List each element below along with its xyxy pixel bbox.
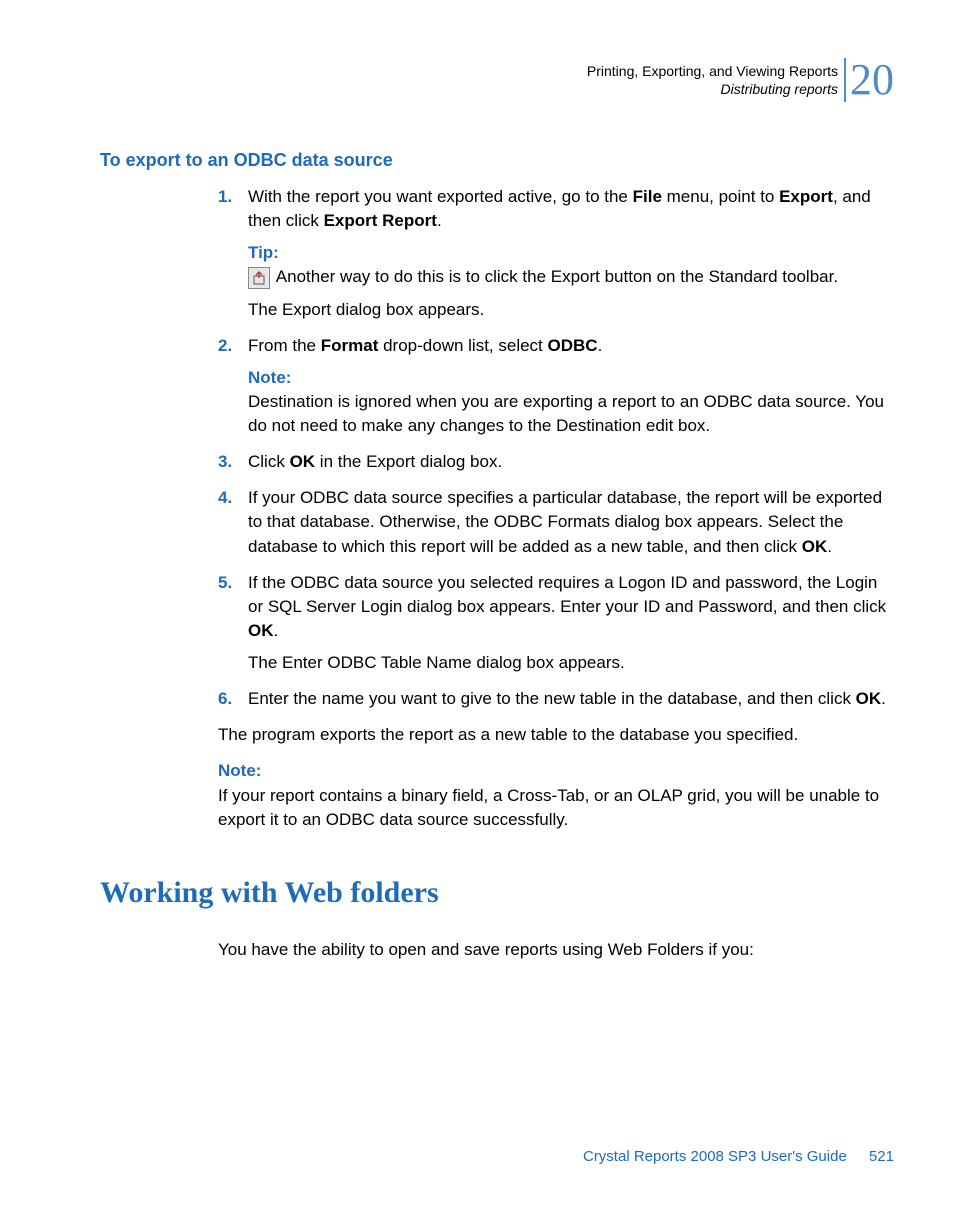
step-3: 3. Click OK in the Export dialog box. [218,450,894,474]
text-fragment: menu, point to [662,187,779,206]
step-number: 3. [218,450,248,474]
text-fragment: drop-down list, select [378,336,547,355]
text-fragment: . [437,211,442,230]
note-label: Note: [218,759,894,783]
step-body: With the report you want exported active… [248,185,894,322]
step-number: 5. [218,571,248,676]
closing-paragraph: The program exports the report as a new … [218,723,894,747]
tip-body: Another way to do this is to click the E… [248,265,894,289]
text-fragment: Enter the name you want to give to the n… [248,689,856,708]
text-bold: File [633,187,662,206]
steps-list: 1. With the report you want exported act… [218,185,894,711]
step-body: Click OK in the Export dialog box. [248,450,894,474]
tip-block: Tip: Another way to do this is to click … [248,241,894,289]
header-chapter-title: Printing, Exporting, and Viewing Reports [587,62,838,80]
chapter-number: 20 [844,58,894,102]
export-icon [248,267,270,289]
page-header: Printing, Exporting, and Viewing Reports… [587,58,894,102]
text-fragment: If the ODBC data source you selected req… [248,573,886,616]
text-bold: OK [248,621,274,640]
footer-title: Crystal Reports 2008 SP3 User's Guide [583,1148,847,1165]
final-note-block: Note: If your report contains a binary f… [218,759,894,831]
step-5: 5. If the ODBC data source you selected … [218,571,894,676]
text-fragment: From the [248,336,321,355]
step-body: If your ODBC data source specifies a par… [248,486,894,558]
text-bold: Export Report [324,211,437,230]
step-body: If the ODBC data source you selected req… [248,571,894,676]
step-number: 6. [218,687,248,711]
step-number: 1. [218,185,248,322]
note-label: Note: [248,366,894,390]
section-heading: To export to an ODBC data source [100,150,894,171]
step-text: With the report you want exported active… [248,185,894,233]
page-footer: Crystal Reports 2008 SP3 User's Guide 52… [583,1148,894,1165]
step-text: If the ODBC data source you selected req… [248,571,894,643]
step-text: From the Format drop-down list, select O… [248,334,894,358]
text-fragment: . [274,621,279,640]
text-fragment: in the Export dialog box. [315,452,502,471]
text-bold: Export [779,187,833,206]
step-number: 2. [218,334,248,439]
header-text-block: Printing, Exporting, and Viewing Reports… [587,62,838,98]
step-after-text: The Enter ODBC Table Name dialog box app… [248,651,894,675]
header-section-title: Distributing reports [721,80,839,98]
text-bold: OK [856,689,882,708]
footer-page-number: 521 [869,1148,894,1165]
section-heading-h2: Working with Web folders [100,876,894,910]
step-after-text: The Export dialog box appears. [248,298,894,322]
note-text: If your report contains a binary field, … [218,784,894,832]
main-content: To export to an ODBC data source 1. With… [100,150,894,962]
note-text: Destination is ignored when you are expo… [248,390,894,438]
text-fragment: If your ODBC data source specifies a par… [248,488,882,555]
text-fragment: Click [248,452,290,471]
step-4: 4. If your ODBC data source specifies a … [218,486,894,558]
tip-label: Tip: [248,241,894,265]
step-body: From the Format drop-down list, select O… [248,334,894,439]
step-body: Enter the name you want to give to the n… [248,687,894,711]
step-number: 4. [218,486,248,558]
text-bold: ODBC [548,336,598,355]
text-fragment: . [881,689,886,708]
text-fragment: . [827,537,832,556]
text-fragment: With the report you want exported active… [248,187,633,206]
text-bold: Format [321,336,379,355]
step-1: 1. With the report you want exported act… [218,185,894,322]
text-bold: OK [290,452,316,471]
tip-text: Another way to do this is to click the E… [272,267,838,286]
step-2: 2. From the Format drop-down list, selec… [218,334,894,439]
note-block: Note: Destination is ignored when you ar… [248,366,894,438]
step-6: 6. Enter the name you want to give to th… [218,687,894,711]
text-fragment: . [598,336,603,355]
text-bold: OK [802,537,828,556]
body-paragraph: You have the ability to open and save re… [218,938,894,962]
